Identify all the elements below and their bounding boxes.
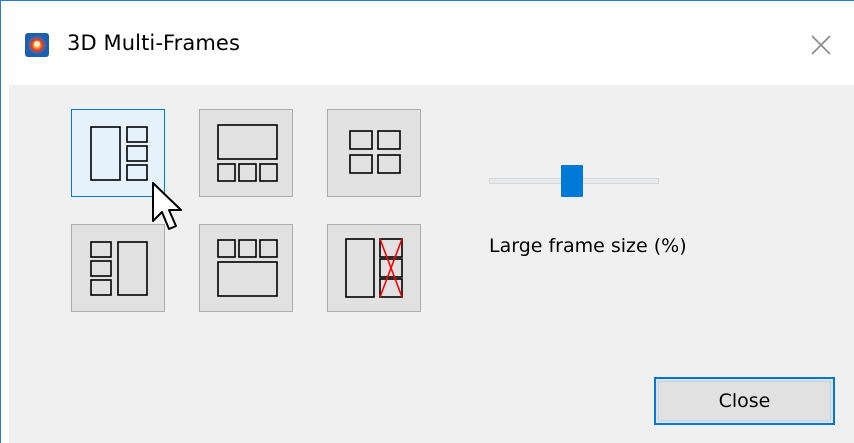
layout-three-top-large-bottom-button[interactable] [199, 224, 293, 312]
mouse-pointer-icon [152, 182, 182, 230]
layout-large-top-three-bottom-icon [217, 124, 278, 182]
layout-large-left-crossed-right-button[interactable] [327, 224, 421, 312]
layout-large-left-crossed-right-icon [345, 238, 403, 298]
app-logo-icon [25, 33, 49, 57]
large-frame-size-label: Large frame size (%) [489, 235, 687, 257]
title-bar[interactable]: 3D Multi-Frames [1, 1, 854, 85]
layout-large-top-three-bottom-button[interactable] [199, 109, 293, 197]
layout-four-grid-icon [349, 130, 401, 174]
close-button-label: Close [718, 390, 771, 412]
layout-four-grid-button[interactable] [327, 109, 421, 197]
layout-three-left-large-right-icon [90, 241, 148, 296]
dialog-window: 3D Multi-Frames Large frame size (%) Clo… [0, 0, 854, 443]
close-button[interactable]: Close [654, 377, 835, 425]
layout-three-top-large-bottom-icon [217, 239, 278, 297]
layout-three-left-large-right-button[interactable] [71, 224, 165, 312]
window-title: 3D Multi-Frames [67, 31, 240, 55]
dialog-content: Large frame size (%) Close [9, 85, 854, 443]
close-icon[interactable] [807, 31, 835, 59]
large-frame-size-slider-thumb[interactable] [561, 165, 583, 197]
